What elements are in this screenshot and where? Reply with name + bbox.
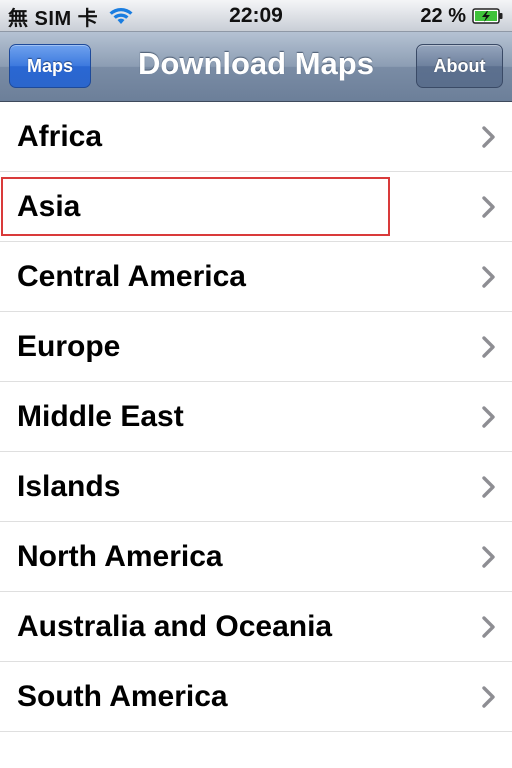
chevron-right-icon [482, 406, 496, 428]
status-right: 22 % [420, 4, 504, 28]
status-bar: 無 SIM 卡 22:09 22 % [0, 0, 512, 32]
battery-percent: 22 % [420, 4, 466, 27]
region-list: Africa Asia Central America Europe Middl… [0, 102, 512, 732]
region-label: North America [17, 540, 223, 573]
region-row-europe[interactable]: Europe [0, 312, 512, 382]
region-label: Middle East [17, 400, 184, 433]
region-label: Europe [17, 330, 121, 363]
chevron-right-icon [482, 616, 496, 638]
region-row-middle-east[interactable]: Middle East [0, 382, 512, 452]
region-label: Islands [17, 470, 121, 503]
chevron-right-icon [482, 476, 496, 498]
region-label: South America [17, 680, 228, 713]
chevron-right-icon [482, 266, 496, 288]
region-row-africa[interactable]: Africa [0, 102, 512, 172]
navigation-bar: Maps Download Maps About [0, 32, 512, 102]
region-row-north-america[interactable]: North America [0, 522, 512, 592]
region-label: Australia and Oceania [17, 610, 333, 643]
region-row-islands[interactable]: Islands [0, 452, 512, 522]
chevron-right-icon [482, 196, 496, 218]
region-row-central-america[interactable]: Central America [0, 242, 512, 312]
region-row-australia-and-oceania[interactable]: Australia and Oceania [0, 592, 512, 662]
chevron-right-icon [482, 336, 496, 358]
battery-charging-icon [472, 7, 504, 25]
chevron-right-icon [482, 546, 496, 568]
region-row-south-america[interactable]: South America [0, 662, 512, 732]
about-button[interactable]: About [416, 44, 503, 88]
chevron-right-icon [482, 686, 496, 708]
chevron-right-icon [482, 126, 496, 148]
region-label: Africa [17, 120, 103, 153]
region-row-asia[interactable]: Asia [0, 172, 512, 242]
region-label: Asia [17, 190, 81, 223]
region-label: Central America [17, 260, 246, 293]
